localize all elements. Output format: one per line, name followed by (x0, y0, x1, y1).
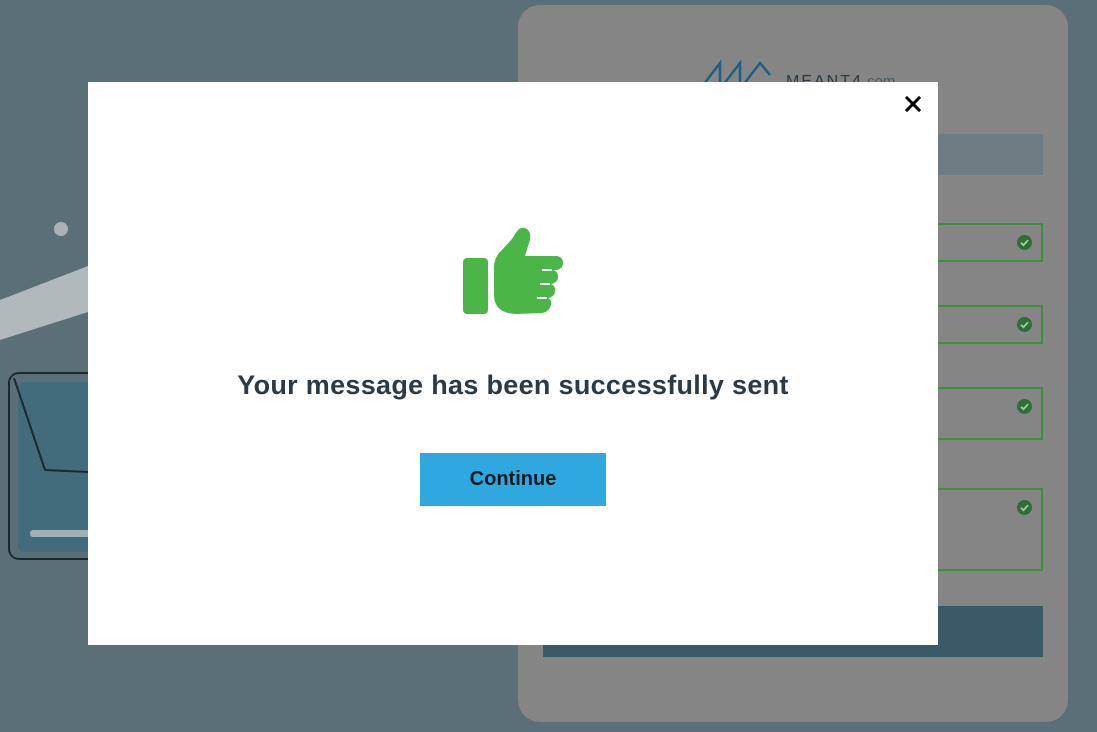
thumbs-up-icon (462, 227, 564, 315)
check-circle-icon (1017, 235, 1032, 250)
success-modal: Your message has been successfully sent … (88, 82, 938, 645)
check-circle-icon (1017, 399, 1032, 414)
continue-button[interactable]: Continue (420, 453, 606, 506)
check-circle-icon (1017, 317, 1032, 332)
close-button[interactable] (901, 92, 925, 116)
success-message: Your message has been successfully sent (237, 370, 789, 400)
check-circle-icon (1017, 500, 1032, 515)
close-icon (904, 95, 922, 113)
